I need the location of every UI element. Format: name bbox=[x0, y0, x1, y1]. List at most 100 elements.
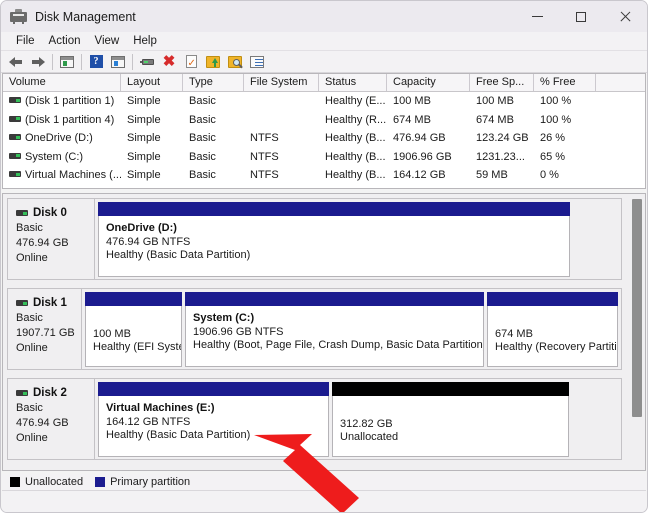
disk-info-1[interactable]: Disk 1 Basic 1907.71 GB Online bbox=[7, 288, 82, 370]
column-header-type[interactable]: Type bbox=[183, 74, 244, 91]
disk-row-0[interactable]: Disk 0 Basic 476.94 GB Online OneDrive (… bbox=[7, 198, 622, 280]
partition-size: 100 MB bbox=[93, 328, 131, 340]
properties-button[interactable]: ✓ bbox=[180, 52, 202, 72]
disk-name: Disk 2 bbox=[33, 387, 67, 399]
show-console-tree-button[interactable] bbox=[56, 52, 78, 72]
disk-row-2[interactable]: Disk 2 Basic 476.94 GB Online Virtual Ma… bbox=[7, 378, 622, 460]
show-action-pane-icon bbox=[111, 55, 125, 68]
legend-item-primary: Primary partition bbox=[95, 476, 190, 488]
volume-icon bbox=[9, 171, 21, 178]
partition-recovery[interactable]: 674 MB Healthy (Recovery Partition bbox=[487, 292, 618, 367]
partition-color-bar bbox=[85, 292, 182, 306]
partition-virtual-machines[interactable]: Virtual Machines (E:) 164.12 GB NTFS Hea… bbox=[98, 382, 329, 457]
cell-capacity: 100 MB bbox=[393, 95, 431, 108]
drive-properties-button[interactable] bbox=[136, 52, 158, 72]
close-button[interactable] bbox=[603, 1, 647, 32]
window-title: Disk Management bbox=[35, 9, 136, 24]
table-row[interactable]: (Disk 1 partition 1) Simple Basic Health… bbox=[3, 92, 645, 111]
toolbar-separator bbox=[81, 53, 82, 70]
disk-info-0[interactable]: Disk 0 Basic 476.94 GB Online bbox=[7, 198, 95, 280]
partition-health: Healthy (Basic Data Partition) bbox=[106, 429, 251, 441]
cell-status: Healthy (B... bbox=[325, 150, 386, 163]
forward-button[interactable] bbox=[27, 52, 49, 72]
volume-icon bbox=[9, 115, 21, 122]
cell-type: Basic bbox=[189, 132, 216, 145]
column-header-percent-free[interactable]: % Free bbox=[534, 74, 596, 91]
legend-label-unallocated: Unallocated bbox=[25, 476, 84, 488]
cell-volume: (Disk 1 partition 4) bbox=[25, 113, 115, 126]
volume-icon bbox=[9, 152, 21, 159]
list-view-button[interactable] bbox=[246, 52, 268, 72]
volume-list: Volume Layout Type File System Status Ca… bbox=[2, 73, 646, 189]
disk-pane-scrollbar-thumb[interactable] bbox=[632, 199, 642, 417]
column-header-volume[interactable]: Volume bbox=[3, 74, 121, 91]
disk-partitions-1: 100 MB Healthy (EFI Syste System (C:) 19… bbox=[82, 288, 622, 370]
forward-icon bbox=[31, 56, 45, 68]
partition-efi[interactable]: 100 MB Healthy (EFI Syste bbox=[85, 292, 182, 367]
partition-size: 312.82 GB bbox=[340, 418, 393, 430]
cell-free-space: 1231.23... bbox=[476, 150, 525, 163]
status-bar bbox=[2, 491, 646, 512]
menu-item-view[interactable]: View bbox=[88, 34, 127, 48]
show-console-tree-icon bbox=[60, 55, 74, 68]
toolbar: ? ✖ ✓ bbox=[1, 51, 647, 73]
cell-type: Basic bbox=[189, 150, 216, 163]
close-icon bbox=[619, 11, 631, 23]
disk-type: Basic bbox=[16, 222, 43, 234]
window-controls bbox=[515, 1, 647, 32]
menu-item-action[interactable]: Action bbox=[42, 34, 88, 48]
column-header-status[interactable]: Status bbox=[319, 74, 387, 91]
menu-item-file[interactable]: File bbox=[9, 34, 42, 48]
table-row[interactable]: System (C:) Simple Basic NTFS Healthy (B… bbox=[3, 148, 645, 167]
partition-color-bar bbox=[487, 292, 618, 306]
delete-volume-button[interactable]: ✖ bbox=[158, 52, 180, 72]
menu-bar: File Action View Help bbox=[1, 32, 647, 51]
menu-item-help[interactable]: Help bbox=[126, 34, 164, 48]
disk-partitions-2: Virtual Machines (E:) 164.12 GB NTFS Hea… bbox=[95, 378, 622, 460]
partition-name: OneDrive (D:) bbox=[106, 222, 177, 234]
column-header-file-system[interactable]: File System bbox=[244, 74, 319, 91]
disk-state: Online bbox=[16, 342, 48, 354]
search-volume-button[interactable] bbox=[224, 52, 246, 72]
partition-health: Unallocated bbox=[340, 431, 399, 443]
disk-row-1[interactable]: Disk 1 Basic 1907.71 GB Online 100 MB He… bbox=[7, 288, 622, 370]
minimize-button[interactable] bbox=[515, 1, 559, 32]
table-row[interactable]: Virtual Machines (... Simple Basic NTFS … bbox=[3, 166, 645, 185]
column-header-free-space[interactable]: Free Sp... bbox=[470, 74, 534, 91]
partition-onedrive[interactable]: OneDrive (D:) 476.94 GB NTFS Healthy (Ba… bbox=[98, 202, 570, 277]
disk-icon bbox=[16, 210, 28, 216]
back-icon bbox=[9, 56, 23, 68]
table-row[interactable]: OneDrive (D:) Simple Basic NTFS Healthy … bbox=[3, 129, 645, 148]
partition-system-c[interactable]: System (C:) 1906.96 GB NTFS Healthy (Boo… bbox=[185, 292, 484, 367]
help-button[interactable]: ? bbox=[85, 52, 107, 72]
back-button[interactable] bbox=[5, 52, 27, 72]
delete-volume-icon: ✖ bbox=[162, 53, 176, 70]
disk-state: Online bbox=[16, 252, 48, 264]
disk-info-2[interactable]: Disk 2 Basic 476.94 GB Online bbox=[7, 378, 95, 460]
partition-unallocated[interactable]: 312.82 GB Unallocated bbox=[332, 382, 569, 457]
cell-file-system: NTFS bbox=[250, 150, 279, 163]
partition-color-bar bbox=[98, 382, 329, 396]
column-header-filler[interactable] bbox=[596, 74, 645, 91]
table-row[interactable]: (Disk 1 partition 4) Simple Basic Health… bbox=[3, 111, 645, 130]
disk-pane-scrollbar[interactable] bbox=[631, 197, 643, 469]
cell-volume: System (C:) bbox=[25, 150, 84, 163]
partition-color-bar bbox=[185, 292, 484, 306]
partition-size: 1906.96 GB NTFS bbox=[193, 326, 284, 338]
column-header-capacity[interactable]: Capacity bbox=[387, 74, 470, 91]
minimize-icon bbox=[531, 16, 543, 17]
column-header-layout[interactable]: Layout bbox=[121, 74, 183, 91]
maximize-button[interactable] bbox=[559, 1, 603, 32]
extend-volume-button[interactable] bbox=[202, 52, 224, 72]
show-action-pane-button[interactable] bbox=[107, 52, 129, 72]
disk-icon bbox=[16, 390, 28, 396]
title-bar: Disk Management bbox=[1, 1, 647, 32]
cell-percent-free: 0 % bbox=[540, 169, 559, 182]
partition-name: Virtual Machines (E:) bbox=[106, 402, 215, 414]
cell-capacity: 674 MB bbox=[393, 113, 431, 126]
cell-volume: Virtual Machines (... bbox=[25, 169, 121, 182]
cell-layout: Simple bbox=[127, 150, 161, 163]
disk-type: Basic bbox=[16, 402, 43, 414]
properties-icon: ✓ bbox=[185, 55, 197, 69]
partition-size: 476.94 GB NTFS bbox=[106, 236, 191, 248]
